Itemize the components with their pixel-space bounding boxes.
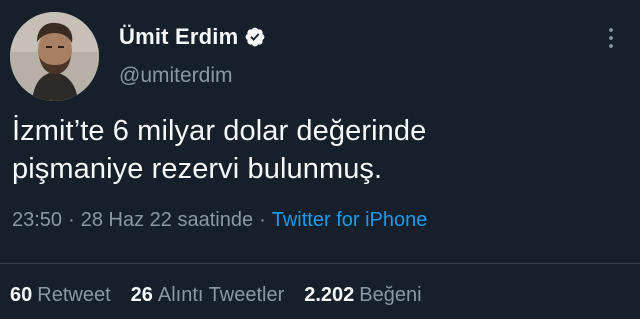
tweet-text: İzmit’te 6 milyar dolar değerinde pişman…: [12, 112, 612, 188]
quote-tweet-count[interactable]: 26 Alıntı Tweetler: [131, 284, 285, 307]
avatar-photo: [10, 12, 99, 101]
tweet-text-line: İzmit’te 6 milyar dolar değerinde: [12, 115, 427, 147]
like-count[interactable]: 2.202 Beğeni: [304, 284, 421, 307]
tweet-text-line: pişmaniye rezervi bulunmuş.: [12, 153, 383, 185]
stat-label: Alıntı Tweetler: [157, 284, 285, 306]
user-handle[interactable]: @umiterdim: [119, 64, 266, 88]
tweet-source-link[interactable]: Twitter for iPhone: [272, 209, 428, 231]
display-name[interactable]: Ümit Erdim: [119, 24, 238, 50]
verified-badge-icon: [244, 26, 266, 48]
user-info: Ümit Erdim @umiterdim: [119, 22, 266, 88]
meta-separator: ·: [68, 209, 75, 231]
tweet-card: Ümit Erdim @umiterdim İzmit’te 6 milyar …: [0, 0, 640, 319]
display-name-row: Ümit Erdim: [119, 22, 266, 52]
tweet-meta: 23:50 · 28 Haz 22 saatinde · Twitter for iPh…: [12, 209, 427, 232]
more-options-icon[interactable]: [604, 26, 618, 50]
retweet-count[interactable]: 60 Retweet: [10, 284, 111, 307]
tweet-date[interactable]: 28 Haz 22 saatinde: [81, 209, 253, 231]
avatar[interactable]: [10, 12, 99, 101]
tweet-header: Ümit Erdim @umiterdim: [10, 12, 630, 102]
stat-label: Beğeni: [359, 284, 422, 306]
stat-number: 2.202: [304, 284, 355, 306]
divider: [0, 263, 640, 264]
engagement-stats: 60 Retweet 26 Alıntı Tweetler 2.202 Beğeni: [10, 284, 442, 307]
stat-label: Retweet: [37, 284, 111, 306]
tweet-time[interactable]: 23:50: [12, 209, 62, 231]
stat-number: 26: [130, 284, 153, 306]
meta-separator: ·: [259, 209, 266, 231]
stat-number: 60: [10, 284, 33, 306]
